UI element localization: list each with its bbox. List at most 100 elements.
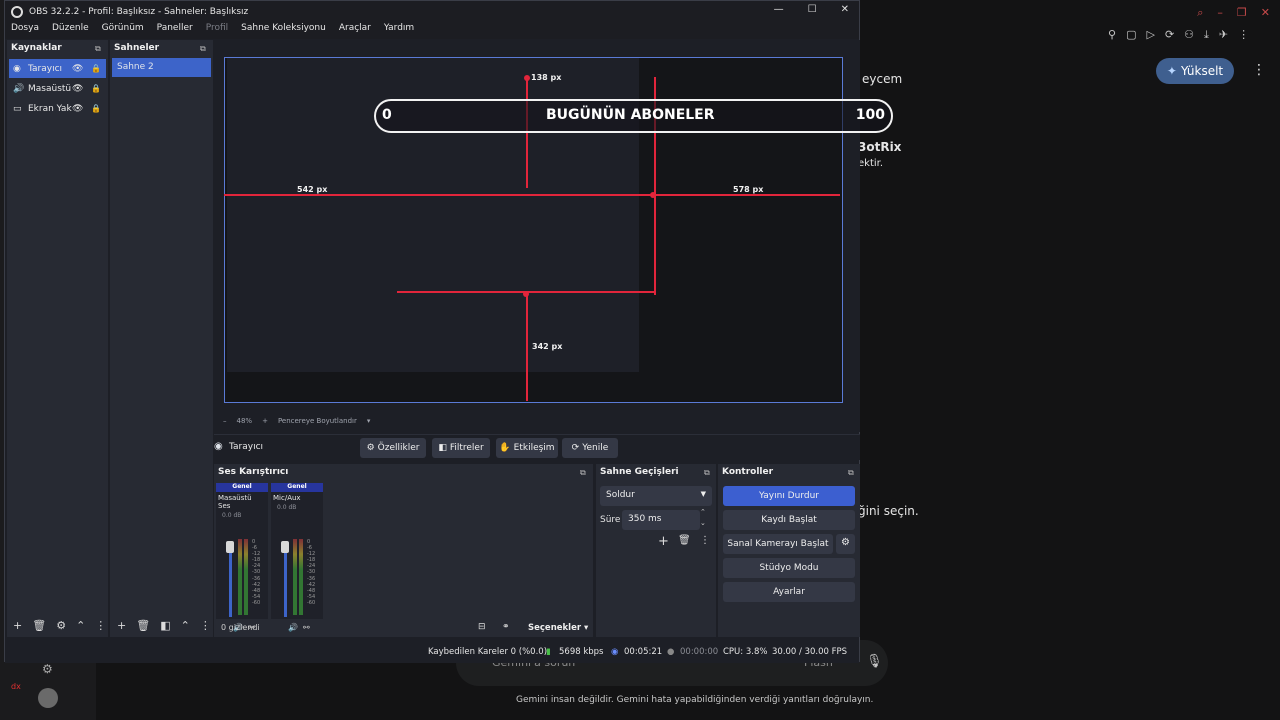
filters-button[interactable]: ◧ Filtreler — [432, 438, 490, 458]
fader-knob[interactable] — [281, 541, 289, 553]
distance-label-right: 578 px — [733, 185, 764, 194]
menu-sahne-koleksiyonu[interactable]: Sahne Koleksiyonu — [235, 22, 333, 39]
profile-icon[interactable]: ⚇ — [1184, 28, 1194, 42]
scene-item[interactable]: Sahne 2 — [112, 58, 211, 77]
start-virtual-camera-button[interactable]: Sanal Kamerayı Başlat — [723, 534, 833, 554]
add-icon[interactable]: + — [658, 534, 669, 549]
properties-button[interactable]: ⚙ Özellikler — [360, 438, 426, 458]
channel-name[interactable]: Mic/Aux — [271, 492, 323, 504]
avatar[interactable] — [38, 688, 58, 708]
speaker-icon[interactable]: 🔊 — [288, 623, 298, 632]
mixer-options-button[interactable]: Seçenekler ▾ — [528, 623, 588, 633]
sync-icon[interactable]: ⟳ — [1165, 28, 1174, 42]
tab-icon[interactable]: ▢ — [1126, 28, 1136, 42]
add-icon[interactable]: + — [13, 619, 22, 632]
transition-type-select[interactable]: Soldur ▼ — [600, 486, 712, 506]
pin-icon[interactable]: ⚲ — [1108, 28, 1116, 42]
chevron-up-icon[interactable]: ⌃ — [700, 508, 706, 516]
chevron-down-icon[interactable]: ▾ — [367, 417, 371, 425]
record-icon: ● — [667, 647, 675, 657]
undock-icon[interactable]: ⧉ — [848, 468, 854, 478]
menu-gorunum[interactable]: Görünüm — [96, 22, 151, 39]
play-icon[interactable]: ▷ — [1146, 28, 1154, 42]
guide-line-top — [526, 78, 528, 188]
source-item-desktop-audio[interactable]: 🔊 Masaüstü 👁 🔒 — [9, 79, 106, 98]
menu-yardim[interactable]: Yardım — [378, 22, 421, 39]
visibility-icon[interactable]: 👁 — [72, 104, 83, 114]
partial-text: ğini seçin. — [858, 504, 919, 518]
lock-icon[interactable]: 🔒 — [91, 84, 101, 93]
menu-araclar[interactable]: Araçlar — [333, 22, 378, 39]
stop-stream-button[interactable]: Yayını Durdur — [723, 486, 855, 506]
undock-icon[interactable]: ⧉ — [200, 44, 206, 54]
more-icon[interactable]: ⋮ — [200, 619, 211, 632]
chevron-down-icon[interactable]: ⌄ — [700, 519, 706, 527]
layout-toggle-icon[interactable]: ⊟ — [478, 622, 486, 632]
lock-icon[interactable]: 🔒 — [91, 64, 101, 73]
status-bar: Kaybedilen Kareler 0 (%0.0) ▮ 5698 kbps … — [5, 642, 859, 663]
search-icon[interactable]: ⌕ — [1197, 6, 1203, 20]
virtual-camera-gear-icon[interactable]: ⚙ — [836, 534, 855, 554]
visibility-icon[interactable]: 👁 — [72, 84, 83, 94]
close-icon[interactable]: ✕ — [841, 4, 849, 15]
channel-name[interactable]: Masaüstü Ses — [216, 492, 268, 512]
minimize-icon[interactable]: — — [774, 4, 784, 15]
stream-icon: ◉ — [611, 647, 619, 657]
distance-label-top: 138 px — [531, 73, 562, 82]
start-recording-button[interactable]: Kaydı Başlat — [723, 510, 855, 530]
trash-icon[interactable]: 🗑 — [136, 619, 150, 632]
more-options-icon[interactable]: ⋮ — [1252, 62, 1266, 78]
level-meter — [238, 539, 242, 615]
minimize-icon[interactable]: – — [1217, 6, 1223, 20]
undock-icon[interactable]: ⧉ — [704, 468, 710, 478]
trash-icon[interactable]: 🗑 — [32, 619, 46, 632]
fader-knob[interactable] — [226, 541, 234, 553]
trash-icon[interactable]: 🗑 — [678, 535, 691, 546]
lock-icon[interactable]: 🔒 — [91, 104, 101, 113]
chevron-up-icon[interactable]: ⌃ — [76, 619, 85, 632]
menu-profil[interactable]: Profil — [200, 22, 235, 39]
menu-duzenle[interactable]: Düzenle — [46, 22, 96, 39]
visibility-icon[interactable]: 👁 — [72, 64, 83, 74]
source-item-screen-capture[interactable]: ▭ Ekran Yak 👁 🔒 — [9, 99, 106, 118]
microphone-icon[interactable]: 🎙 — [866, 654, 883, 669]
filter-icon[interactable]: ◧ — [160, 619, 170, 632]
studio-mode-button[interactable]: Stüdyo Modu — [723, 558, 855, 578]
refresh-icon: ⟳ — [571, 443, 580, 453]
maximize-icon[interactable]: ☐ — [808, 4, 817, 15]
refresh-button[interactable]: ⟳ Yenile — [562, 438, 618, 458]
obs-logo-icon — [11, 5, 23, 18]
subscriber-goal-bar[interactable]: 0 BUGÜNÜN ABONELER 100 — [374, 99, 893, 133]
zoom-out-icon[interactable]: – — [223, 417, 227, 425]
add-icon[interactable]: + — [117, 619, 126, 632]
chevron-up-icon[interactable]: ⌃ — [181, 619, 190, 632]
more-icon[interactable]: ⋮ — [700, 535, 710, 546]
zoom-level: 48% — [236, 417, 253, 425]
download-icon[interactable]: ⤓ — [1204, 28, 1209, 42]
channel-tag: Genel — [216, 483, 268, 492]
restore-icon[interactable]: ❐ — [1237, 6, 1247, 20]
duration-input[interactable]: 350 ms — [622, 510, 700, 530]
interact-label: Etkileşim — [513, 443, 555, 453]
fit-to-window[interactable]: Pencereye Boyutlandır — [278, 417, 357, 425]
source-item-browser[interactable]: ◉ Tarayıcı 👁 🔒 — [9, 59, 106, 78]
close-icon[interactable]: ✕ — [1261, 6, 1270, 20]
record-time: 00:00:00 — [680, 647, 719, 657]
undock-icon[interactable]: ⧉ — [95, 44, 101, 54]
monitor-icon[interactable]: ⚯ — [303, 623, 310, 632]
menu-icon[interactable]: ⋮ — [1238, 28, 1249, 42]
source-label: Masaüstü — [28, 83, 72, 94]
interact-button[interactable]: ✋ Etkileşim — [496, 438, 558, 458]
gear-icon[interactable]: ⚙ — [56, 619, 66, 632]
settings-button[interactable]: Ayarlar — [723, 582, 855, 602]
partial-text: ektir. — [858, 158, 884, 169]
undock-icon[interactable]: ⧉ — [580, 468, 586, 478]
settings-icon[interactable]: ⚙ — [42, 662, 53, 676]
ai-icon[interactable]: ✈ — [1219, 28, 1228, 42]
zoom-in-icon[interactable]: + — [262, 417, 268, 425]
link-icon[interactable]: ⚭ — [502, 622, 510, 632]
menu-paneller[interactable]: Paneller — [151, 22, 200, 39]
upgrade-button[interactable]: ✦ Yükselt — [1156, 58, 1234, 84]
more-icon[interactable]: ⋮ — [95, 619, 106, 632]
menu-dosya[interactable]: Dosya — [5, 22, 46, 39]
